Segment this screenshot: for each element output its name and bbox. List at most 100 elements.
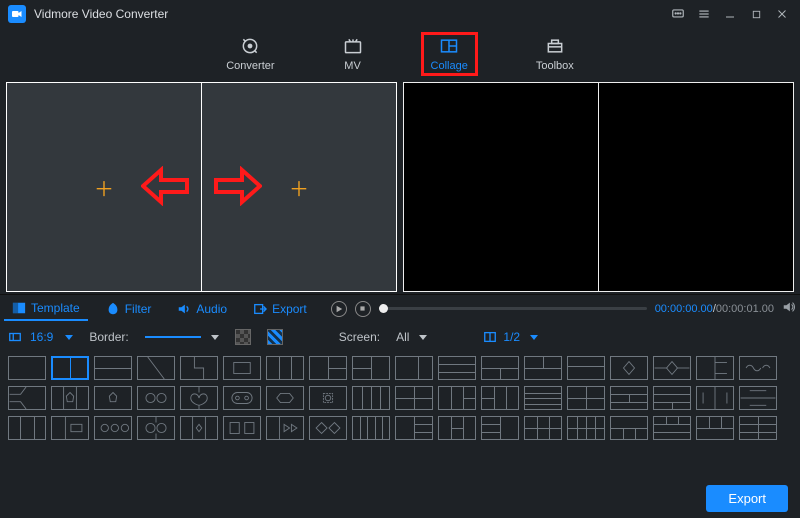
template-thumb[interactable] — [352, 356, 390, 380]
template-thumb[interactable] — [51, 386, 89, 410]
nav-collage[interactable]: Collage — [421, 32, 478, 76]
screen-value: All — [396, 330, 409, 344]
layout-dropdown[interactable]: 1/2 — [483, 330, 538, 344]
template-thumb[interactable] — [610, 416, 648, 440]
feedback-icon[interactable] — [668, 4, 688, 24]
border-control: Border: — [89, 330, 128, 344]
template-thumb[interactable] — [481, 356, 519, 380]
maximize-icon[interactable] — [746, 4, 766, 24]
tab-template-label: Template — [31, 301, 80, 315]
template-thumb[interactable] — [438, 356, 476, 380]
collage-canvas[interactable]: ＋ ＋ — [6, 82, 397, 292]
template-thumb[interactable] — [567, 386, 605, 410]
template-thumb[interactable] — [696, 356, 734, 380]
audio-icon — [177, 302, 191, 316]
aspect-ratio-dropdown[interactable]: 16:9 — [8, 330, 73, 344]
preview-pane — [403, 82, 794, 292]
layout-value: 1/2 — [503, 330, 520, 344]
template-thumb[interactable] — [266, 416, 304, 440]
template-thumb[interactable] — [395, 416, 433, 440]
add-media-icon[interactable]: ＋ — [289, 173, 309, 202]
play-button[interactable] — [331, 301, 347, 317]
collage-cell-right[interactable]: ＋ — [201, 83, 396, 291]
collage-icon — [439, 36, 459, 56]
progress-slider[interactable] — [379, 307, 647, 310]
template-thumb[interactable] — [180, 356, 218, 380]
template-thumb[interactable] — [94, 386, 132, 410]
border-style-dropdown[interactable] — [145, 335, 219, 340]
template-thumb[interactable] — [223, 356, 261, 380]
template-thumb[interactable] — [51, 416, 89, 440]
tab-export[interactable]: Export — [245, 298, 315, 320]
template-thumb[interactable] — [352, 386, 390, 410]
preview-cell — [598, 83, 793, 291]
template-thumb[interactable] — [610, 356, 648, 380]
layout-icon — [483, 330, 497, 344]
template-thumb[interactable] — [696, 416, 734, 440]
template-thumb[interactable] — [266, 356, 304, 380]
template-thumb[interactable] — [94, 416, 132, 440]
template-thumb[interactable] — [481, 386, 519, 410]
nav-toolbox[interactable]: Toolbox — [526, 32, 584, 76]
template-thumb[interactable] — [524, 386, 562, 410]
template-thumb[interactable] — [309, 356, 347, 380]
time-display: 00:00:00.00/00:00:01.00 — [655, 303, 774, 315]
template-thumb[interactable] — [137, 356, 175, 380]
export-button[interactable]: Export — [706, 485, 788, 512]
tab-audio[interactable]: Audio — [169, 298, 235, 320]
arrow-left-annotation — [141, 166, 189, 209]
template-thumb[interactable] — [739, 356, 777, 380]
template-thumb[interactable] — [653, 386, 691, 410]
template-thumb[interactable] — [567, 356, 605, 380]
template-thumb[interactable] — [223, 386, 261, 410]
border-color-picker[interactable] — [235, 329, 251, 345]
tab-template[interactable]: Template — [4, 297, 88, 321]
nav-converter[interactable]: Converter — [216, 32, 284, 76]
converter-icon — [240, 36, 260, 56]
template-thumb[interactable] — [137, 386, 175, 410]
template-thumb[interactable] — [438, 386, 476, 410]
template-thumb[interactable] — [653, 416, 691, 440]
template-thumb[interactable] — [51, 356, 89, 380]
screen-dropdown[interactable]: All — [396, 330, 427, 344]
volume-icon[interactable] — [782, 300, 796, 317]
tab-filter[interactable]: Filter — [98, 298, 160, 320]
template-thumb[interactable] — [524, 416, 562, 440]
template-thumb[interactable] — [137, 416, 175, 440]
template-thumb[interactable] — [223, 416, 261, 440]
border-pattern-picker[interactable] — [267, 329, 283, 345]
template-thumb[interactable] — [309, 386, 347, 410]
tab-audio-label: Audio — [196, 302, 227, 316]
template-thumb[interactable] — [524, 356, 562, 380]
minimize-icon[interactable] — [720, 4, 740, 24]
menu-icon[interactable] — [694, 4, 714, 24]
template-thumb[interactable] — [739, 416, 777, 440]
template-thumb[interactable] — [395, 386, 433, 410]
nav-mv[interactable]: MV — [333, 32, 373, 76]
close-icon[interactable] — [772, 4, 792, 24]
template-thumb[interactable] — [352, 416, 390, 440]
template-thumb[interactable] — [438, 416, 476, 440]
template-thumb[interactable] — [180, 416, 218, 440]
nav-toolbox-label: Toolbox — [536, 60, 574, 72]
template-thumb[interactable] — [610, 386, 648, 410]
template-thumb[interactable] — [481, 416, 519, 440]
template-thumb[interactable] — [567, 416, 605, 440]
template-thumb[interactable] — [266, 386, 304, 410]
template-thumb[interactable] — [653, 356, 691, 380]
template-thumb[interactable] — [8, 386, 46, 410]
collage-cell-left[interactable]: ＋ — [7, 83, 201, 291]
template-thumb[interactable] — [696, 386, 734, 410]
template-thumb[interactable] — [309, 416, 347, 440]
template-thumb[interactable] — [94, 356, 132, 380]
template-thumb[interactable] — [8, 416, 46, 440]
preview-cell — [404, 83, 598, 291]
add-media-icon[interactable]: ＋ — [94, 173, 114, 202]
template-thumb[interactable] — [395, 356, 433, 380]
border-label: Border: — [89, 330, 128, 344]
template-thumb[interactable] — [8, 356, 46, 380]
template-thumb[interactable] — [180, 386, 218, 410]
stop-button[interactable] — [355, 301, 371, 317]
template-thumb[interactable] — [739, 386, 777, 410]
mv-icon — [343, 36, 363, 56]
